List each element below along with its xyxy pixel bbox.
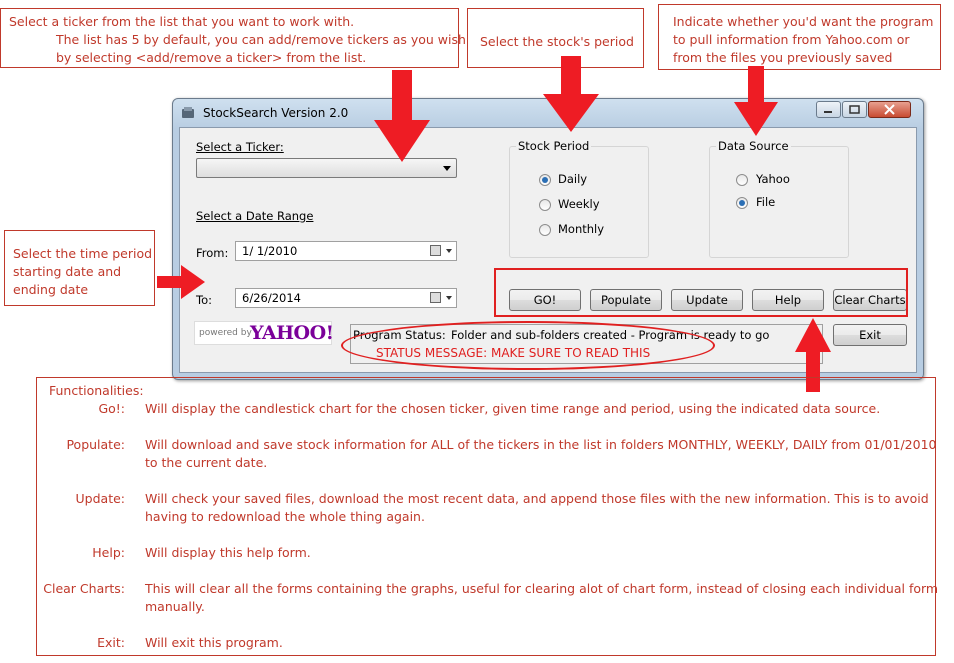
ticker-annotation-line: Select a ticker from the list that you w… [9, 14, 355, 29]
close-button[interactable] [868, 101, 911, 118]
source-annotation: Indicate whether you'd want the program … [658, 4, 941, 70]
yahoo-brand-text: YAHOO! [250, 322, 334, 344]
to-date-picker[interactable]: 6/26/2014 [235, 288, 457, 308]
from-label: From: [196, 246, 229, 260]
func-key-exit: Exit: [97, 635, 125, 650]
func-desc-update: having to redownload the whole thing aga… [145, 509, 425, 524]
functionalities-panel: Functionalities: Go!: Will display the c… [36, 377, 939, 656]
radio-weekly[interactable] [539, 199, 551, 211]
func-desc-clear-charts: manually. [145, 599, 205, 614]
ticker-arrow [374, 70, 430, 162]
buttons-highlight-frame [494, 268, 908, 317]
func-desc-help: Will display this help form. [145, 545, 311, 560]
from-date-picker[interactable]: 1/ 1/2010 [235, 241, 457, 261]
stock-period-group: Stock Period Daily Weekly Monthly [509, 139, 649, 258]
window-title: StockSearch Version 2.0 [203, 106, 349, 120]
func-key-update: Update: [75, 491, 125, 506]
date-arrow [157, 265, 205, 299]
calendar-icon [430, 245, 441, 256]
chevron-down-icon [446, 249, 452, 253]
func-desc-update: Will check your saved files, download th… [145, 491, 929, 506]
chevron-down-icon [443, 166, 451, 171]
radio-yahoo-label[interactable]: Yahoo [756, 172, 790, 186]
func-key-clear-charts: Clear Charts: [43, 581, 125, 596]
maximize-button[interactable] [842, 101, 867, 118]
functionalities-heading: Functionalities: [49, 383, 144, 398]
ticker-annotation-line: by selecting <add/remove a ticker> from … [56, 50, 367, 65]
status-annotation: STATUS MESSAGE: MAKE SURE TO READ THIS [376, 346, 651, 360]
ticker-label: Select a Ticker: [196, 140, 284, 154]
source-annotation-line: Indicate whether you'd want the program [673, 14, 934, 29]
func-key-go: Go!: [98, 401, 125, 416]
close-icon [884, 104, 895, 115]
func-desc-populate: to the current date. [145, 455, 268, 470]
ticker-annotation-line: The list has 5 by default, you can add/r… [56, 32, 466, 47]
yahoo-logo: powered by YAHOO! [194, 321, 334, 345]
maximize-icon [849, 105, 860, 114]
radio-file-label[interactable]: File [756, 195, 775, 209]
source-arrow [734, 66, 778, 136]
time-annotation-line: Select the time period [13, 246, 153, 261]
app-icon [182, 107, 194, 118]
chevron-down-icon [446, 296, 452, 300]
calendar-icon [430, 292, 441, 303]
period-annotation-line: Select the stock's period [480, 34, 634, 49]
minimize-icon [824, 111, 832, 113]
func-desc-go: Will display the candlestick chart for t… [145, 401, 881, 416]
func-desc-exit: Will exit this program. [145, 635, 283, 650]
source-annotation-line: to pull information from Yahoo.com or [673, 32, 910, 47]
powered-by-text: powered by [199, 328, 252, 338]
func-desc-populate: Will download and save stock information… [145, 437, 937, 452]
radio-yahoo[interactable] [736, 174, 748, 186]
radio-daily-label[interactable]: Daily [558, 172, 587, 186]
exit-button[interactable]: Exit [833, 324, 907, 346]
radio-weekly-label[interactable]: Weekly [558, 197, 600, 211]
from-date-value: 1/ 1/2010 [242, 244, 298, 258]
radio-monthly-label[interactable]: Monthly [558, 222, 604, 236]
period-arrow [543, 56, 599, 132]
data-source-group: Data Source Yahoo File [709, 139, 849, 258]
radio-daily[interactable] [539, 174, 551, 186]
to-date-value: 6/26/2014 [242, 291, 301, 305]
radio-file[interactable] [736, 197, 748, 209]
func-key-populate: Populate: [66, 437, 125, 452]
radio-monthly[interactable] [539, 224, 551, 236]
ticker-annotation: Select a ticker from the list that you w… [0, 8, 466, 68]
time-annotation-line: ending date [13, 282, 89, 297]
func-key-help: Help: [92, 545, 125, 560]
time-annotation-line: starting date and [13, 264, 122, 279]
date-range-label: Select a Date Range [196, 209, 314, 223]
func-desc-clear-charts: This will clear all the forms containing… [145, 581, 939, 596]
source-annotation-line: from the files you previously saved [673, 50, 893, 65]
data-source-caption: Data Source [716, 139, 791, 153]
minimize-button[interactable] [816, 101, 841, 118]
time-annotation: Select the time period starting date and… [4, 230, 155, 306]
stock-period-caption: Stock Period [516, 139, 592, 153]
